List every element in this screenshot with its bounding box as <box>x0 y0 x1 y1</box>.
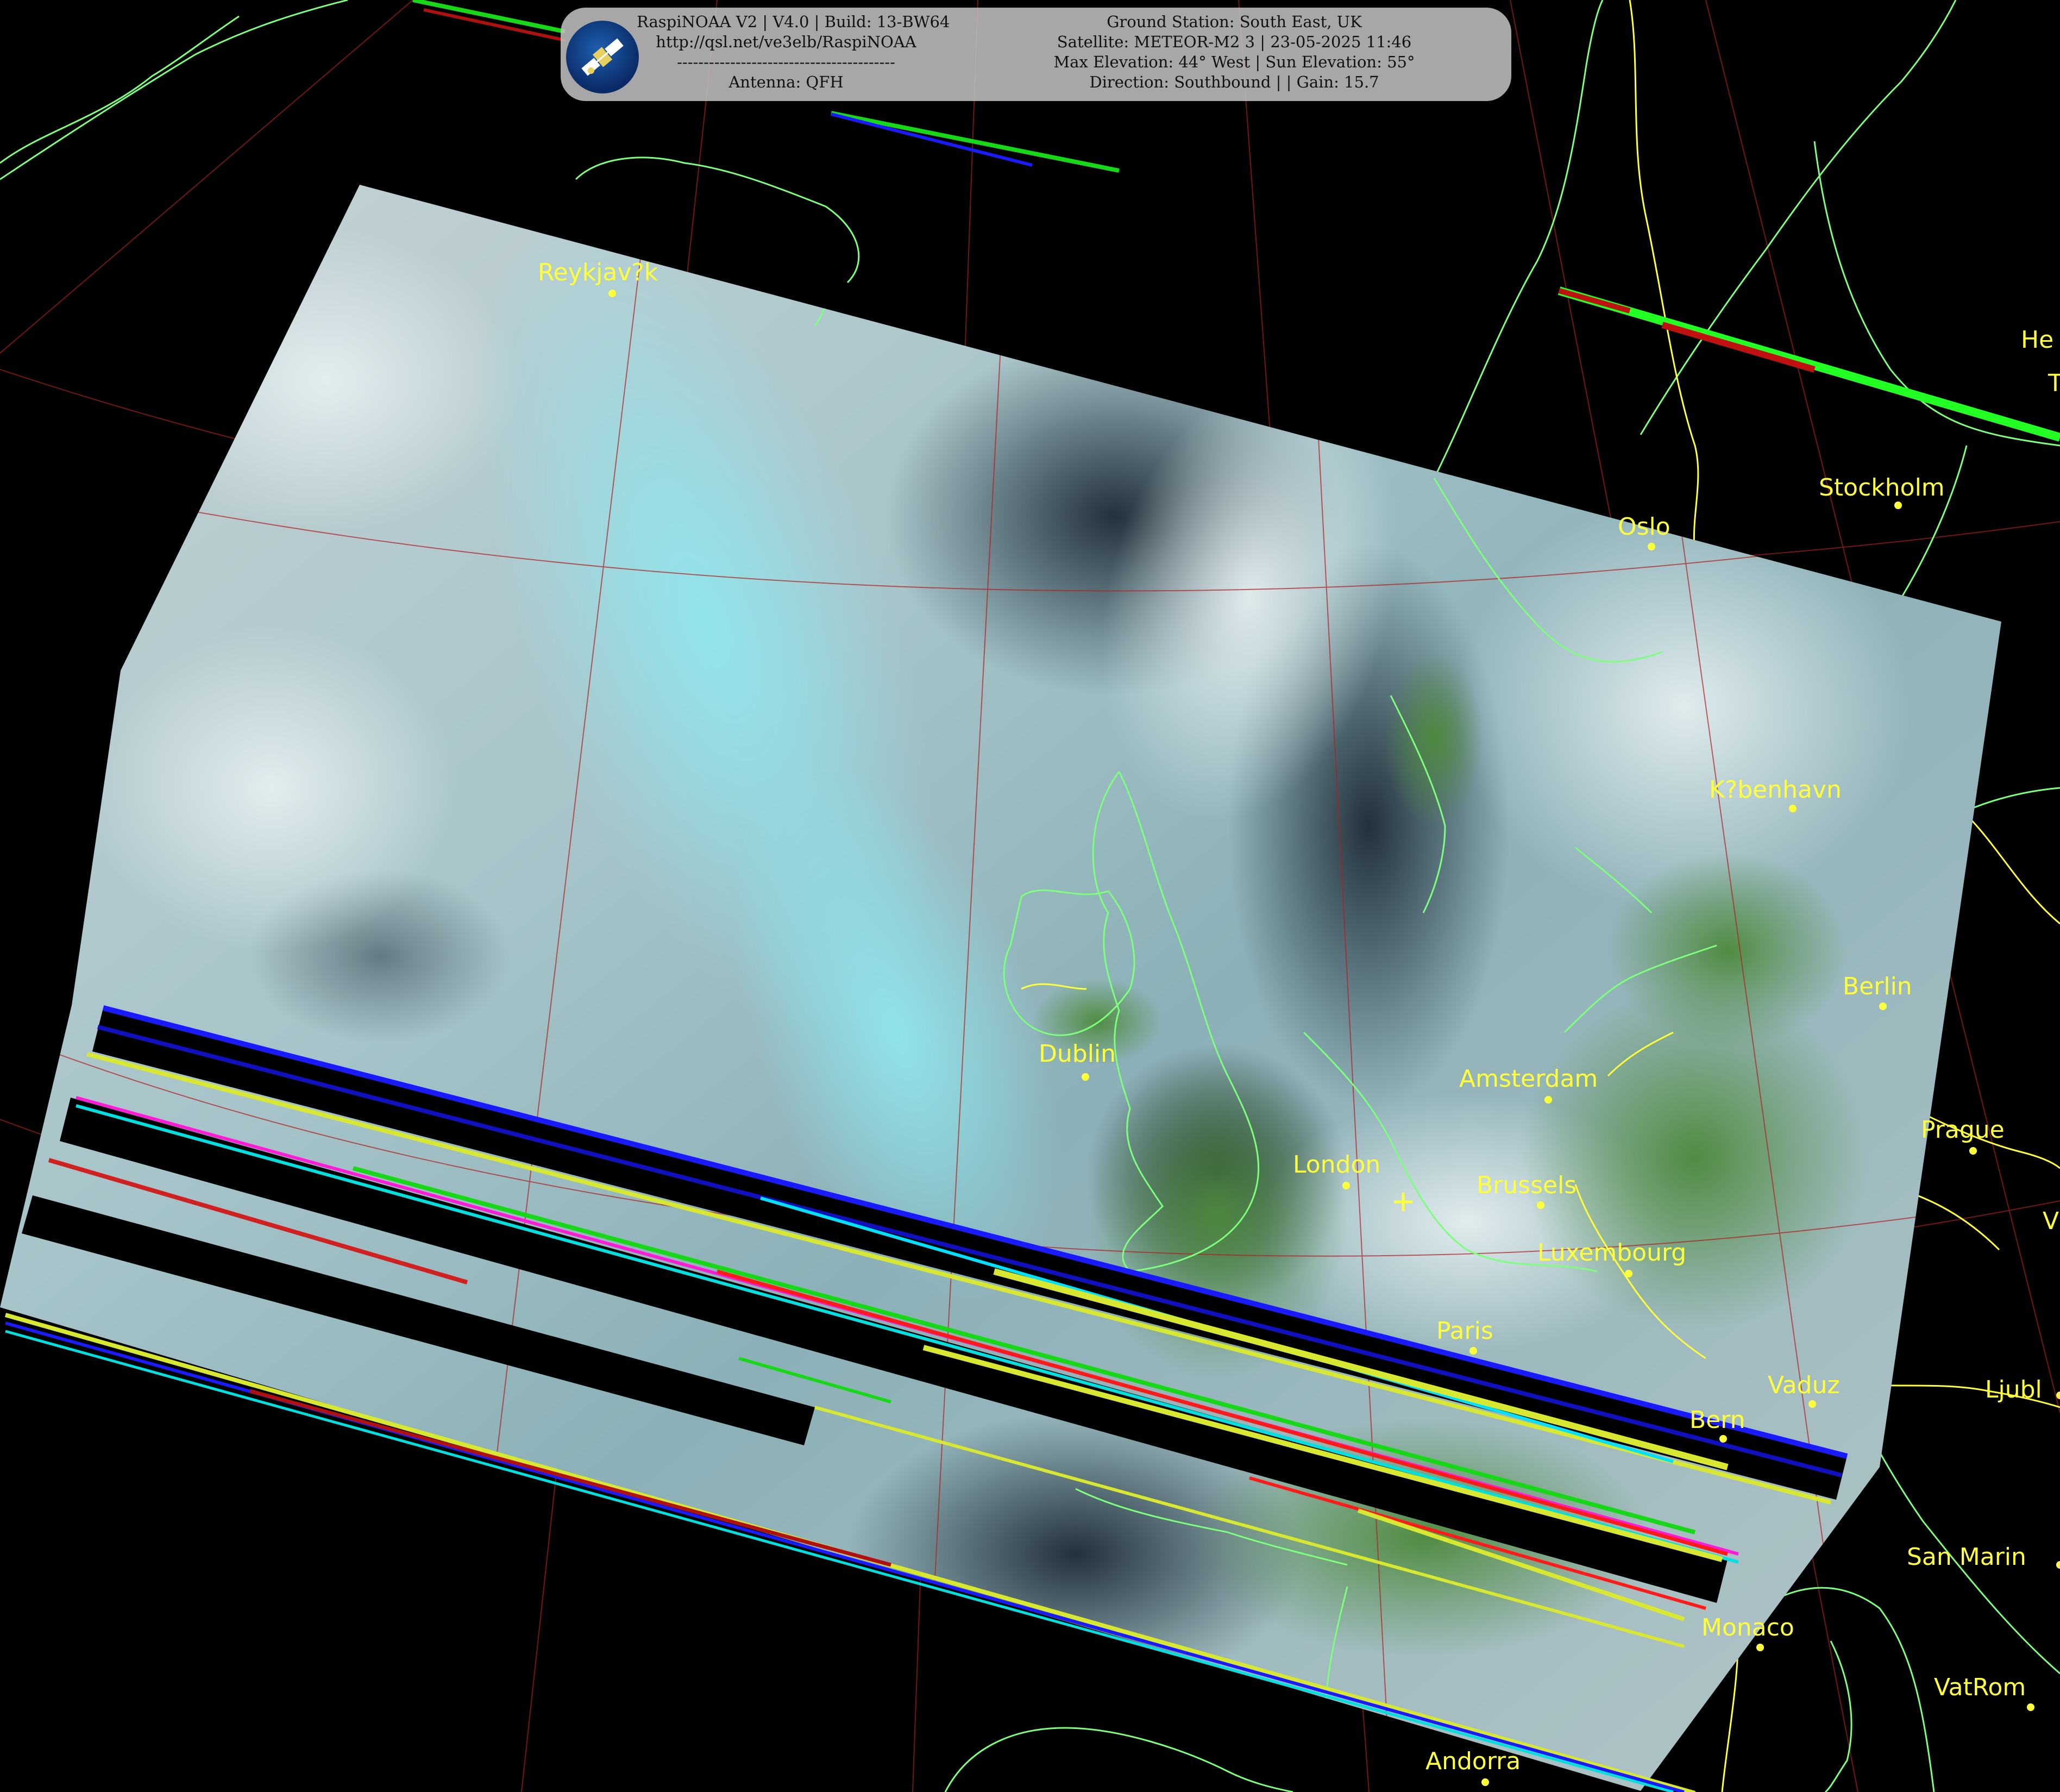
city-dot <box>1082 1073 1089 1081</box>
city-dot <box>1469 1347 1477 1355</box>
city-label: Dublin <box>1039 1040 1116 1068</box>
city-label: London <box>1293 1151 1380 1179</box>
city-dot <box>1879 1002 1887 1010</box>
software-version: RaspiNOAA V2 | V4.0 | Build: 13-BW64 <box>637 12 950 31</box>
city-dot <box>1756 1644 1764 1651</box>
satellite-map: Reykjav?k Stockholm Oslo K?benhavn Berlin Dub… <box>0 0 2060 1792</box>
city-dot <box>608 290 616 297</box>
city-label: VatRom <box>1934 1674 2026 1701</box>
city-label: Vaduz <box>1768 1371 1840 1399</box>
city-dot <box>1894 502 1902 509</box>
city-dot <box>1969 1147 1977 1155</box>
project-url: http://qsl.net/ve3elb/RaspiNOAA <box>656 33 916 51</box>
city-dot <box>1342 1182 1350 1189</box>
city-label: Ljubl <box>1985 1376 2042 1403</box>
city-label: Amsterdam <box>1459 1065 1598 1093</box>
city-label: Reykjav?k <box>538 259 658 286</box>
city-label: Stockholm <box>1819 474 1945 502</box>
satellite-info: Satellite: METEOR-M2 3 | 23-05-2025 11:4… <box>1057 33 1412 51</box>
city-label: T <box>2048 369 2060 397</box>
city-label: Prague <box>1921 1116 2005 1144</box>
pass-info-header: RaspiNOAA V2 | V4.0 | Build: 13-BW64 htt… <box>561 8 1511 101</box>
city-label: Luxembourg <box>1537 1239 1686 1267</box>
city-dot <box>1789 805 1797 812</box>
city-label: K?benhavn <box>1709 776 1842 804</box>
city-label: Bern <box>1690 1406 1745 1434</box>
city-label: Andorra <box>1425 1747 1521 1775</box>
city-label: San Marin <box>1907 1543 2026 1571</box>
city-label: V <box>2043 1207 2059 1235</box>
city-label: Berlin <box>1843 973 1912 1000</box>
city-label: Monaco <box>1701 1614 1794 1641</box>
city-dot <box>1648 543 1655 550</box>
city-label: Oslo <box>1618 513 1670 541</box>
direction-info: Direction: Southbound | | Gain: 15.7 <box>1089 73 1379 91</box>
elevation-info: Max Elevation: 44° West | Sun Elevation:… <box>1053 53 1415 71</box>
antenna-info: Antenna: QFH <box>728 73 844 91</box>
city-dot <box>1625 1270 1632 1277</box>
city-dot <box>1537 1201 1544 1209</box>
city-dot <box>1808 1400 1816 1408</box>
header-left-column: RaspiNOAA V2 | V4.0 | Build: 13-BW64 htt… <box>637 12 950 92</box>
header-right-column: Ground Station: South East, UK Satellite… <box>974 12 1495 92</box>
city-label: Paris <box>1436 1317 1493 1345</box>
city-label: Brussels <box>1477 1171 1577 1199</box>
city-dot <box>2027 1703 2034 1711</box>
city-dot <box>1481 1778 1489 1786</box>
separator-line: ----------------------------------------… <box>677 53 895 71</box>
satellite-icon <box>566 21 639 93</box>
city-label: He <box>2021 326 2053 354</box>
city-dot <box>1544 1096 1552 1104</box>
ground-station: Ground Station: South East, UK <box>1107 12 1362 31</box>
city-dot <box>1719 1435 1727 1443</box>
